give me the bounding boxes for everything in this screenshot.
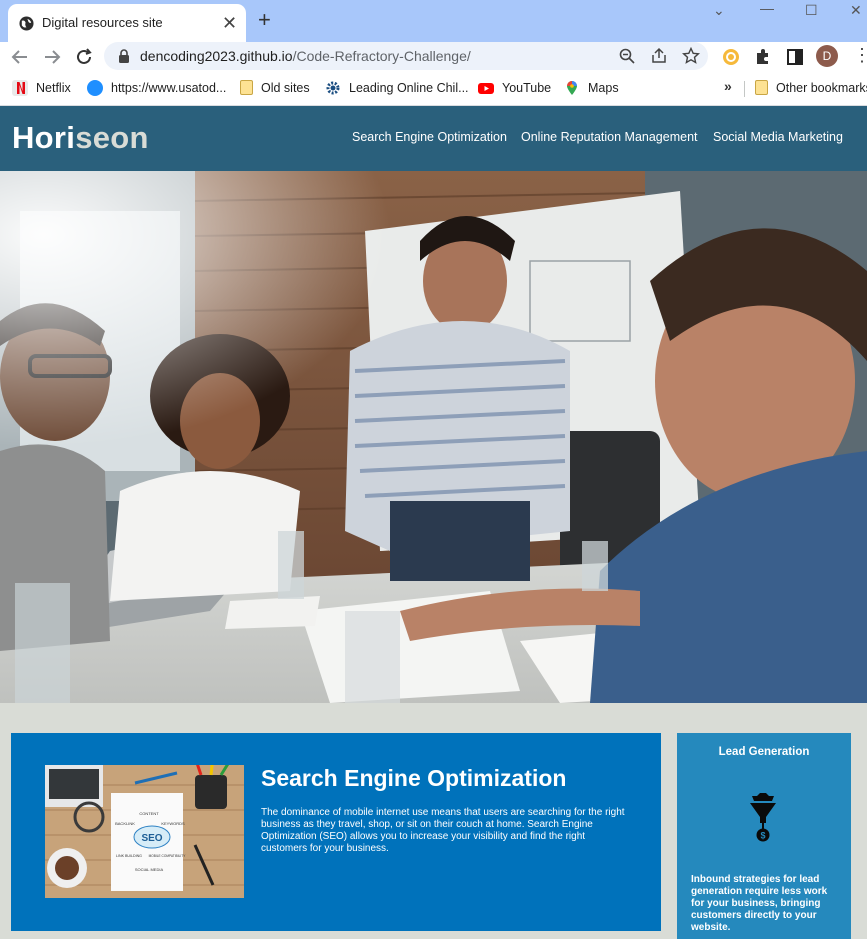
bookmark-youtube[interactable]: YouTube xyxy=(478,80,551,96)
bookmark-old-sites[interactable]: Old sites xyxy=(240,80,310,95)
seo-image-word: CONTENT xyxy=(139,811,159,816)
bookmark-star-icon[interactable] xyxy=(682,47,700,65)
gear-icon xyxy=(325,80,341,96)
bookmark-label: YouTube xyxy=(502,81,552,95)
nav-link-seo[interactable]: Search Engine Optimization xyxy=(352,130,507,144)
bookmark-label: Old sites xyxy=(261,80,310,95)
seo-image-word: BACKLINK xyxy=(115,821,135,826)
tab-close-icon[interactable]: ✕ xyxy=(222,13,237,33)
seo-image-word: SEO xyxy=(141,833,162,844)
side-panel-icon[interactable] xyxy=(785,47,805,67)
logo-main: Hori xyxy=(12,120,76,155)
seo-image-word: MOBILE COMPATIBILITY xyxy=(149,854,187,858)
content-section: SEO CONTENT BACKLINK KEYWORDS LINK BUILD… xyxy=(11,733,661,931)
minimize-icon[interactable]: — xyxy=(760,0,774,16)
bookmark-label: Leading Online Chil... xyxy=(349,81,469,95)
netflix-icon xyxy=(12,80,28,96)
maps-icon xyxy=(564,80,580,96)
globe-icon xyxy=(87,80,103,96)
browser-tab-active[interactable]: Digital resources site ✕ xyxy=(8,4,246,42)
folder-icon xyxy=(240,80,253,95)
hero-image xyxy=(0,171,867,703)
url-host: dencoding2023.github.io xyxy=(140,48,293,64)
tab-title: Digital resources site xyxy=(42,15,163,30)
bookmark-usatoday[interactable]: https://www.usatod... xyxy=(87,80,226,96)
bookmark-leading-online[interactable]: Leading Online Chil... xyxy=(325,80,469,96)
profile-avatar[interactable]: D xyxy=(816,45,838,67)
reload-icon[interactable] xyxy=(73,46,95,68)
maximize-icon[interactable]: ☐ xyxy=(805,2,818,19)
lead-funnel-icon: $ xyxy=(750,793,776,842)
url-path: /Code-Refractory-Challenge/ xyxy=(292,48,471,64)
seo-heading: Search Engine Optimization xyxy=(261,765,567,791)
bookmark-other[interactable]: Other bookmarks xyxy=(755,80,867,95)
bookmarks-overflow-chevron-icon[interactable]: » xyxy=(724,78,732,94)
youtube-icon xyxy=(478,80,494,96)
nav-link-social-media[interactable]: Social Media Marketing xyxy=(713,130,843,144)
globe-icon xyxy=(19,16,34,31)
site-logo[interactable]: Horiseon xyxy=(12,120,149,156)
seo-description: The dominance of mobile internet use mea… xyxy=(261,807,625,854)
benefit-lead-description: Inbound strategies for lead generation r… xyxy=(691,874,828,933)
zoom-icon[interactable] xyxy=(618,47,636,65)
url-text: dencoding2023.github.io/Code-Refractory-… xyxy=(140,48,471,64)
bookmark-label: Other bookmarks xyxy=(776,80,867,95)
more-menu-icon[interactable]: ⋮ xyxy=(853,45,867,65)
svg-text:$: $ xyxy=(760,831,765,841)
benefits-sidebar: Lead Generation $ Inbound strategies for… xyxy=(677,733,851,939)
window-close-icon[interactable]: ✕ xyxy=(850,2,862,19)
tab-search-chevron-icon[interactable]: ⌄ xyxy=(713,2,725,19)
benefit-lead-title: Lead Generation xyxy=(718,746,810,758)
browser-tab-strip: Digital resources site ✕ + ⌄ — ☐ ✕ xyxy=(0,0,867,42)
site-header: Horiseon Search Engine Optimization Onli… xyxy=(0,106,867,171)
extensions-puzzle-icon[interactable] xyxy=(753,47,773,67)
lock-icon[interactable] xyxy=(118,49,130,63)
seo-image: SEO CONTENT BACKLINK KEYWORDS LINK BUILD… xyxy=(45,765,244,898)
back-arrow-icon[interactable] xyxy=(9,46,31,68)
forward-arrow-icon[interactable] xyxy=(41,46,63,68)
bookmark-label: Netflix xyxy=(36,81,71,95)
bookmark-netflix[interactable]: Netflix xyxy=(12,80,71,96)
extension-coin-icon[interactable] xyxy=(721,47,741,67)
new-tab-plus-icon[interactable]: + xyxy=(258,8,271,32)
share-icon[interactable] xyxy=(650,47,668,65)
bookmark-label: https://www.usatod... xyxy=(111,81,227,95)
address-bar[interactable]: dencoding2023.github.io/Code-Refractory-… xyxy=(104,42,708,70)
nav-link-reputation[interactable]: Online Reputation Management xyxy=(521,130,698,144)
seo-image-word: KEYWORDS xyxy=(161,821,185,826)
bookmark-label: Maps xyxy=(588,81,619,95)
logo-accent: seon xyxy=(75,120,149,155)
seo-image-word: SOCIAL MEDIA xyxy=(135,867,164,872)
bookmarks-bar: Netflix https://www.usatod... Old sites … xyxy=(0,72,867,106)
seo-image-word: LINK BUILDING xyxy=(116,854,142,858)
folder-icon xyxy=(755,80,768,95)
bookmarks-separator xyxy=(744,81,745,97)
bookmark-maps[interactable]: Maps xyxy=(564,80,619,96)
browser-toolbar: dencoding2023.github.io/Code-Refractory-… xyxy=(0,42,867,72)
